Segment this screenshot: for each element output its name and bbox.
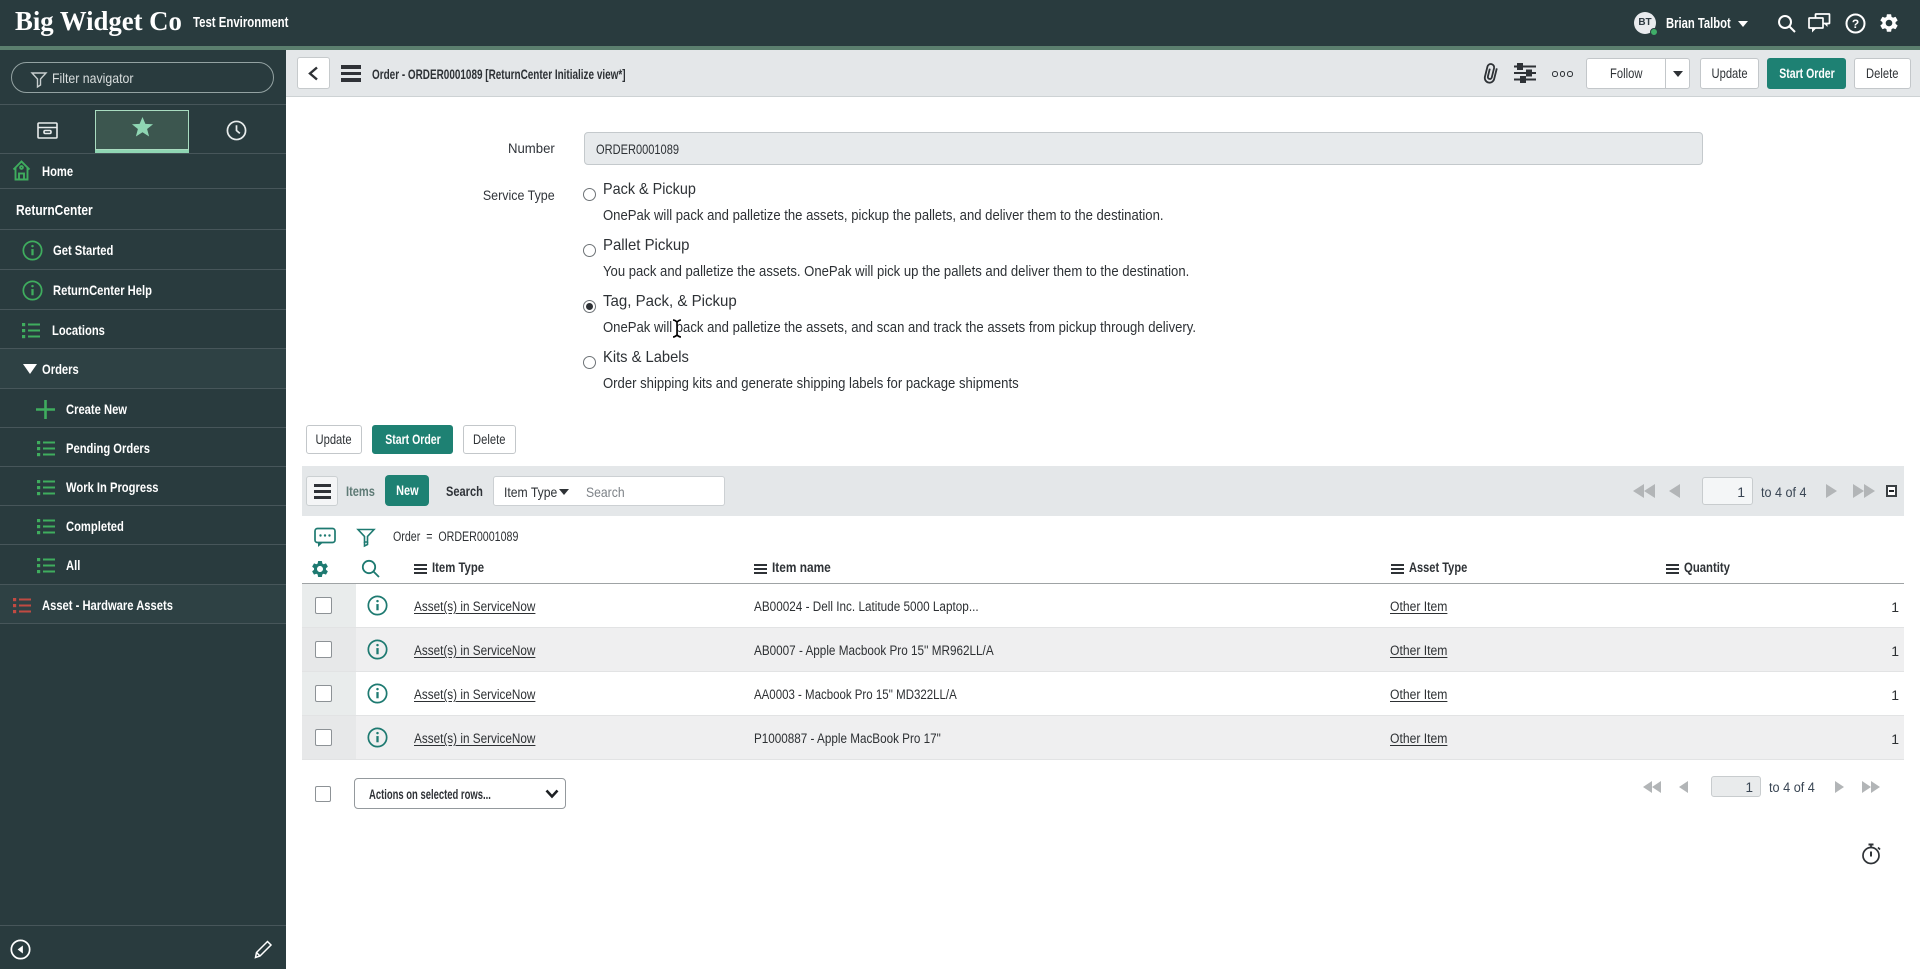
- svg-text:?: ?: [1852, 17, 1859, 31]
